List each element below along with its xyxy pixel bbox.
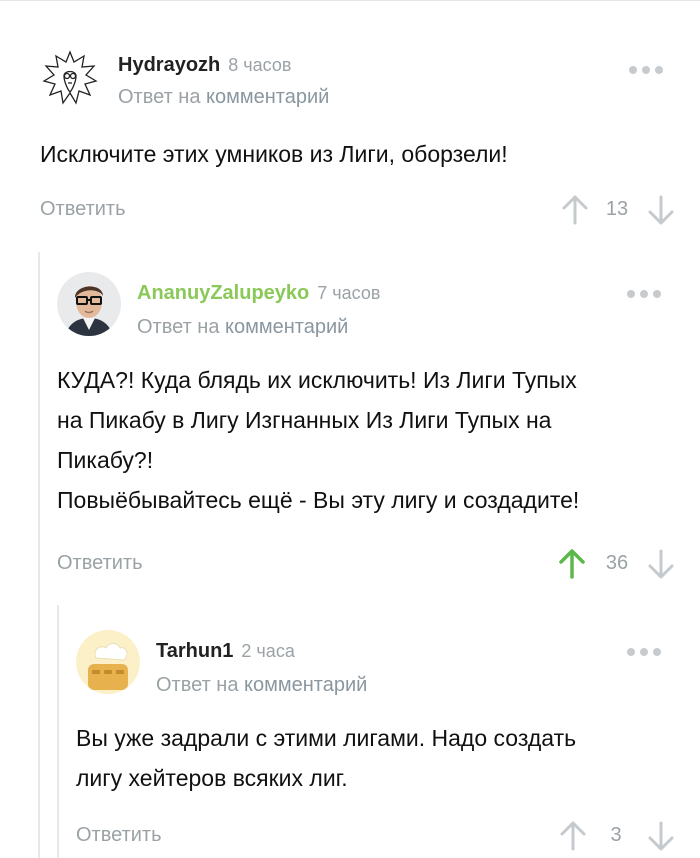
comment-text-line: Вы уже задрали с этими лигами. Надо созд… [76,725,577,751]
comment-actions: Ответить 36 [57,549,680,584]
username-text[interactable]: AnanuyZalupeyko [137,282,309,304]
username[interactable]: Hydrayozh 8 часов [118,54,291,77]
downvote-arrow-icon[interactable] [646,194,676,226]
more-dot-icon [640,290,648,298]
upvote-arrow-icon[interactable] [560,194,590,226]
reply-prefix: Ответ на [118,86,201,108]
upvote-arrow-icon[interactable] [558,820,588,852]
more-options-button[interactable] [624,66,663,74]
rating-count: 13 [605,198,629,220]
more-dot-icon [642,66,650,74]
top-divider [0,0,700,1]
comment-time: 7 часов [317,283,381,303]
reply-button[interactable]: Ответить [76,824,162,847]
more-dot-icon [653,290,661,298]
reply-prefix: Ответ на [156,674,239,696]
parent-comment-link[interactable]: комментарий [225,316,348,338]
reply-prefix: Ответ на [137,316,220,338]
username[interactable]: AnanuyZalupeyko 7 часов [137,282,380,305]
more-dot-icon [627,290,635,298]
comment: Tarhun1 2 часа Ответ на комментарий Вы уж… [76,630,680,858]
avatar[interactable] [76,630,140,694]
avatar[interactable] [57,272,121,336]
comment: AnanuyZalupeyko 7 часов Ответ на коммента… [57,272,680,592]
comment-time: 2 часа [241,641,295,661]
avatar[interactable] [40,48,100,108]
downvote-arrow-icon[interactable] [646,548,676,580]
comment-text-line: Пикабу?! [57,447,154,473]
more-options-button[interactable] [622,290,661,298]
comment-body: Вы уже задрали с этими лигами. Надо созд… [76,718,680,798]
rating-count: 3 [610,824,622,846]
more-dot-icon [653,648,661,656]
comment-time: 8 часов [228,55,292,75]
comment-text-line: лигу хейтеров всяких лиг. [76,765,348,791]
toaster-avatar-icon [76,630,140,694]
downvote-arrow-icon[interactable] [646,820,676,852]
more-options-button[interactable] [622,648,661,656]
reply-button[interactable]: Ответить [40,198,126,221]
comment-body: КУДА?! Куда блядь их исключить! Из Лиги … [57,360,680,520]
reply-to: Ответ на комментарий [137,316,348,339]
username[interactable]: Tarhun1 2 часа [156,640,295,663]
comment-text-line: на Пикабу в Лигу Изгнанных Из Лиги Тупых… [57,407,552,433]
more-dot-icon [640,648,648,656]
more-dot-icon [629,66,637,74]
comment-text-line: Исключите этих умников из Лиги, оборзели… [40,141,508,167]
more-dot-icon [627,648,635,656]
reply-to: Ответ на комментарий [118,86,329,109]
thread-line-level-2[interactable] [57,605,59,858]
comment-actions: Ответить 3 [76,821,680,856]
upvote-arrow-icon[interactable] [557,548,587,580]
rating-count: 36 [605,552,629,574]
comment-actions: Ответить 13 [40,195,680,230]
sketch-avatar-icon [42,50,98,105]
man-with-glasses-avatar-icon [57,272,121,336]
parent-comment-link[interactable]: комментарий [206,86,329,108]
parent-comment-link[interactable]: комментарий [244,674,367,696]
comment-body: Исключите этих умников из Лиги, оборзели… [40,134,680,174]
more-dot-icon [655,66,663,74]
thread-line-level-1[interactable] [38,252,40,858]
comment: Hydrayozh 8 часов Ответ на комментарий Ис… [40,48,680,238]
reply-to: Ответ на комментарий [156,674,367,697]
username-text[interactable]: Tarhun1 [156,640,233,662]
comment-text-line: КУДА?! Куда блядь их исключить! Из Лиги … [57,367,577,393]
reply-button[interactable]: Ответить [57,552,143,575]
username-text[interactable]: Hydrayozh [118,54,220,76]
comment-text-line: Повыёбывайтесь ещё - Вы эту лигу и созда… [57,487,580,513]
